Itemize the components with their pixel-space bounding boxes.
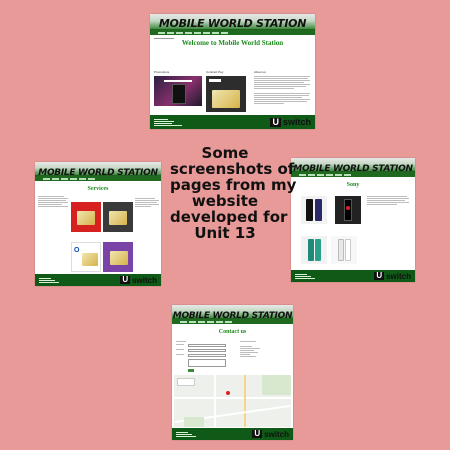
phone-tile-1 bbox=[301, 196, 327, 224]
site-footer: U switch bbox=[35, 274, 161, 286]
page-title-services: Services bbox=[87, 186, 109, 192]
screenshot-contact: MOBILE WORLD STATION Contact us U switch bbox=[172, 305, 293, 440]
contact-form bbox=[176, 341, 226, 372]
caption-line: Unit 13 bbox=[194, 224, 256, 242]
page-title-home: Welcome to Mobile World Station bbox=[181, 39, 284, 47]
sim-tile-dark bbox=[103, 202, 133, 232]
site-footer: U switch bbox=[150, 115, 315, 129]
services-text bbox=[135, 198, 159, 208]
caption-line: developed for bbox=[170, 208, 288, 226]
column-heading: Promotions bbox=[154, 70, 170, 74]
site-banner: MOBILE WORLD STATION bbox=[291, 158, 415, 172]
page-title-sony: Sony bbox=[346, 182, 360, 188]
uswitch-logo: U switch bbox=[120, 275, 157, 285]
services-table bbox=[38, 196, 68, 208]
map-pin-icon bbox=[226, 391, 230, 395]
site-footer: U switch bbox=[291, 270, 415, 282]
site-nav bbox=[172, 319, 293, 324]
phone-tile-3 bbox=[301, 236, 327, 264]
sim-tile-vodafone bbox=[71, 202, 101, 232]
column-about: About us bbox=[254, 70, 310, 105]
column-promotions: Promotions bbox=[154, 70, 202, 106]
column-heading: About us bbox=[254, 70, 266, 74]
site-footer: U switch bbox=[172, 428, 293, 440]
screenshot-sony: MOBILE WORLD STATION Sony U switch bbox=[291, 158, 415, 282]
uswitch-logo: U switch bbox=[374, 271, 411, 281]
column-contract-pay: Contract Pay bbox=[206, 70, 246, 112]
column-heading: Contract Pay bbox=[206, 70, 224, 74]
screenshot-home: MOBILE WORLD STATION Welcome to Mobile W… bbox=[150, 14, 315, 129]
site-nav bbox=[291, 172, 415, 177]
about-text bbox=[254, 76, 310, 104]
promo-image bbox=[154, 76, 202, 106]
site-brand: MOBILE WORLD STATION bbox=[38, 168, 158, 176]
caption-line: Some bbox=[201, 144, 249, 162]
site-banner: MOBILE WORLD STATION bbox=[150, 14, 315, 30]
sim-tile-purple bbox=[103, 242, 133, 272]
site-banner: MOBILE WORLD STATION bbox=[172, 305, 293, 319]
site-banner: MOBILE WORLD STATION bbox=[35, 162, 161, 176]
site-brand: MOBILE WORLD STATION bbox=[172, 311, 293, 319]
sony-text bbox=[367, 196, 409, 206]
site-nav bbox=[35, 176, 161, 181]
location-map bbox=[174, 375, 291, 427]
caption-line: screenshots of bbox=[170, 160, 295, 178]
caption-line: website bbox=[191, 192, 259, 210]
uswitch-logo: U switch bbox=[270, 116, 311, 127]
sim-tile-o2: O bbox=[71, 242, 101, 272]
site-brand: MOBILE WORLD STATION bbox=[293, 164, 413, 172]
caption-text: Some screenshots of pages from my websit… bbox=[170, 144, 297, 242]
site-brand: MOBILE WORLD STATION bbox=[158, 17, 307, 30]
caption-line: pages from my bbox=[170, 176, 297, 194]
page-title-contact: Contact us bbox=[218, 329, 247, 335]
phone-tile-2 bbox=[335, 196, 361, 224]
contact-details bbox=[240, 341, 288, 358]
phone-tile-4 bbox=[331, 236, 357, 264]
site-nav bbox=[150, 30, 315, 35]
contract-image bbox=[206, 76, 246, 112]
uswitch-logo: U switch bbox=[252, 429, 289, 439]
screenshot-services: MOBILE WORLD STATION Services O U switch bbox=[35, 162, 161, 286]
